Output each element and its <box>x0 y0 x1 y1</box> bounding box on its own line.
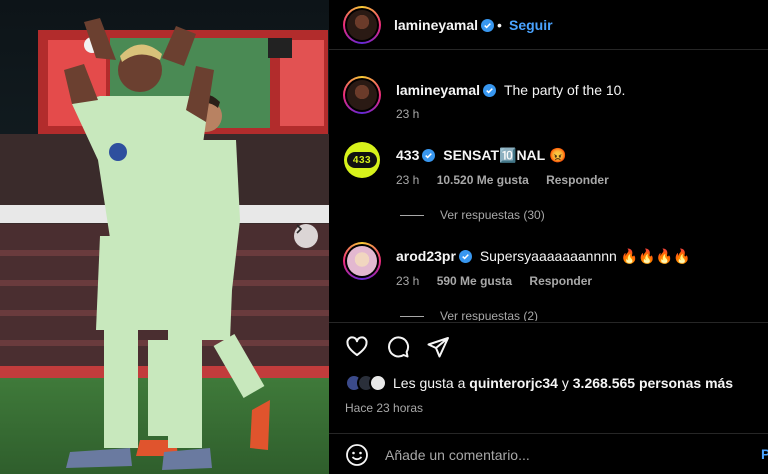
chevron-right-icon <box>296 224 303 234</box>
comment-text-arod23pr: arod23pr Supersyaaaaaaannnn 🔥🔥🔥🔥 <box>396 248 690 265</box>
comment-body: Supersyaaaaaaannnn 🔥🔥🔥🔥 <box>479 248 691 264</box>
comment-time[interactable]: 23 h <box>396 274 419 288</box>
view-replies-433[interactable]: Ver respuestas (30) <box>400 208 545 222</box>
emoji-icon[interactable] <box>345 443 369 467</box>
post-timestamp[interactable]: Hace 23 horas <box>345 401 423 415</box>
replies-divider <box>400 315 424 317</box>
caption-username[interactable]: lamineyamal <box>396 82 480 98</box>
view-replies-arod23pr[interactable]: Ver respuestas (2) <box>400 309 538 321</box>
likes-others-link[interactable]: 3.268.565 personas más <box>573 375 733 391</box>
comment-username[interactable]: 433 <box>396 147 419 163</box>
post-comment-button[interactable]: P <box>761 446 768 462</box>
header-separator: • <box>497 17 502 33</box>
next-image-button[interactable] <box>294 224 318 248</box>
comment-avatar-arod23pr[interactable] <box>343 242 381 280</box>
likes-text: Les gusta a quinterorjc34 y 3.268.565 pe… <box>393 375 733 391</box>
keycap-ten-emoji: 🔟 <box>499 147 517 163</box>
likes-summary: Les gusta a quinterorjc34 y 3.268.565 pe… <box>345 374 733 392</box>
view-replies-label[interactable]: Ver respuestas (2) <box>440 309 538 321</box>
post-header: lamineyamal • Seguir <box>329 0 768 50</box>
comment-text-433: 433 SENSAT🔟NAL 😡 <box>396 147 567 164</box>
verified-badge-icon <box>458 250 472 263</box>
reply-button[interactable]: Responder <box>529 274 592 288</box>
comment-time[interactable]: 23 h <box>396 173 419 187</box>
post-photo <box>0 0 329 474</box>
comment-meta-433: 23 h 10.520 Me gusta Responder <box>396 173 623 187</box>
comment-body-part1: SENSAT <box>443 147 499 163</box>
verified-badge-icon <box>481 19 495 32</box>
view-replies-label[interactable]: Ver respuestas (30) <box>440 208 545 222</box>
comment-avatar-433[interactable]: 433 <box>344 142 380 178</box>
comment-likes-count[interactable]: 590 Me gusta <box>437 274 512 288</box>
comment-icon[interactable] <box>386 335 410 359</box>
caption-text: lamineyamal The party of the 10. <box>396 82 625 98</box>
post-media[interactable] <box>0 0 329 474</box>
post-actions: Les gusta a quinterorjc34 y 3.268.565 pe… <box>329 322 768 474</box>
send-icon[interactable] <box>426 335 450 359</box>
replies-divider <box>400 214 424 216</box>
comment-meta-arod23pr: 23 h 590 Me gusta Responder <box>396 274 606 288</box>
add-comment-bar: P <box>329 433 768 474</box>
author-username-text[interactable]: lamineyamal <box>394 17 478 33</box>
author-username[interactable]: lamineyamal <box>394 17 495 33</box>
reply-button[interactable]: Responder <box>546 173 609 187</box>
comment-input[interactable] <box>385 444 745 466</box>
comment-likes-count[interactable]: 10.520 Me gusta <box>437 173 529 187</box>
caption-avatar[interactable] <box>343 76 381 114</box>
liker-avatar <box>369 374 387 392</box>
caption-time[interactable]: 23 h <box>396 107 419 121</box>
liker-username[interactable]: quinterorjc34 <box>469 375 558 391</box>
post-details-panel: lamineyamal • Seguir lamineyamal The par… <box>329 0 768 474</box>
comments-list[interactable]: lamineyamal The party of the 10. 23 h 43… <box>329 51 768 321</box>
likes-connector: y <box>561 375 569 391</box>
likes-prefix: Les gusta a <box>393 375 466 391</box>
verified-badge-icon <box>422 149 436 162</box>
heart-icon[interactable] <box>345 335 369 359</box>
follow-button[interactable]: Seguir <box>509 17 553 33</box>
433-logo: 433 <box>347 152 377 168</box>
comment-username[interactable]: arod23pr <box>396 248 456 264</box>
author-avatar[interactable] <box>343 6 381 44</box>
caption-body: The party of the 10. <box>503 82 626 98</box>
comment-body-part2: NAL <box>516 147 546 163</box>
verified-badge-icon <box>483 84 497 97</box>
angry-face-emoji: 😡 <box>549 147 567 163</box>
caption-meta: 23 h <box>396 107 433 121</box>
